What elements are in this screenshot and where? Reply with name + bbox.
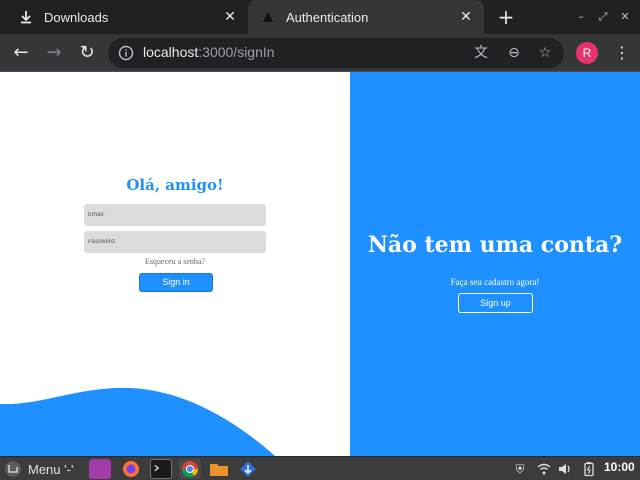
url-text: localhost:3000/signIn	[143, 44, 275, 60]
menu-label: Menu '-'	[28, 461, 74, 477]
volume-icon[interactable]	[557, 461, 573, 477]
back-button[interactable]: ←	[10, 42, 32, 64]
clock[interactable]: 10:00	[604, 460, 635, 474]
start-menu-button[interactable]: Menu '-'	[4, 459, 73, 479]
info-icon[interactable]	[118, 45, 134, 61]
app-launcher-icon[interactable]	[237, 459, 259, 479]
new-tab-button[interactable]: +	[496, 7, 516, 27]
close-tab-icon[interactable]: ✕	[458, 9, 474, 25]
decorative-wave	[0, 387, 275, 456]
email-field[interactable]	[84, 204, 266, 226]
profile-avatar[interactable]: R	[576, 42, 598, 64]
tab-title: Downloads	[44, 9, 109, 25]
signin-button[interactable]: Sign in	[139, 273, 213, 292]
triangle-favicon-icon	[263, 12, 273, 22]
signin-panel: Olá, amigo! Esqueceu a senha? Sign in	[0, 72, 350, 456]
restore-icon[interactable]: ⤢	[596, 10, 610, 24]
desktop-show-icon[interactable]	[89, 459, 111, 479]
tab-authentication[interactable]: Authentication ✕	[248, 0, 484, 34]
close-window-icon[interactable]: ✕	[618, 10, 632, 24]
translate-icon[interactable]: 文	[473, 45, 489, 61]
url-path: :3000/signIn	[198, 44, 275, 60]
star-icon[interactable]: ☆	[537, 45, 553, 61]
battery-icon[interactable]	[581, 461, 597, 477]
signup-prompt-text: Faça seu cadastro agora!	[450, 277, 540, 287]
signin-title: Olá, amigo!	[126, 176, 224, 194]
password-field[interactable]	[84, 231, 266, 253]
firefox-icon[interactable]	[120, 459, 142, 479]
tab-strip: Downloads ✕ Authentication ✕ + – ⤢ ✕	[0, 0, 640, 34]
minimize-icon[interactable]: –	[574, 10, 588, 24]
close-tab-icon[interactable]: ✕	[222, 9, 238, 25]
address-bar[interactable]: localhost:3000/signIn 文 ⊖ ☆	[108, 38, 564, 68]
browser-toolbar: ← → ↻ localhost:3000/signIn 文 ⊖ ☆ R ⋮	[0, 34, 640, 72]
signup-prompt-title: Não tem uma conta?	[367, 232, 623, 258]
download-icon	[21, 11, 31, 24]
files-icon[interactable]	[208, 459, 230, 479]
forgot-password-link[interactable]: Esqueceu a senha?	[0, 257, 350, 266]
mint-logo-icon	[5, 461, 21, 477]
tab-title: Authentication	[286, 9, 369, 25]
signup-button[interactable]: Sign up	[458, 293, 533, 313]
shield-icon[interactable]: ⛨	[512, 461, 528, 477]
reload-button[interactable]: ↻	[76, 42, 98, 64]
zoom-icon[interactable]: ⊖	[506, 45, 522, 61]
page-content: Olá, amigo! Esqueceu a senha? Sign in Nã…	[0, 72, 640, 456]
url-host: localhost	[143, 44, 199, 60]
tab-downloads[interactable]: Downloads ✕	[0, 0, 248, 34]
taskbar: Menu '-' ⛨ 10:00	[0, 456, 640, 480]
chrome-icon[interactable]	[179, 459, 201, 479]
forward-button[interactable]: →	[43, 42, 65, 64]
menu-dots-icon[interactable]: ⋮	[612, 43, 632, 63]
signup-panel: Não tem uma conta? Faça seu cadastro ago…	[350, 72, 640, 456]
wifi-icon[interactable]	[536, 461, 552, 477]
terminal-icon[interactable]	[150, 459, 172, 479]
